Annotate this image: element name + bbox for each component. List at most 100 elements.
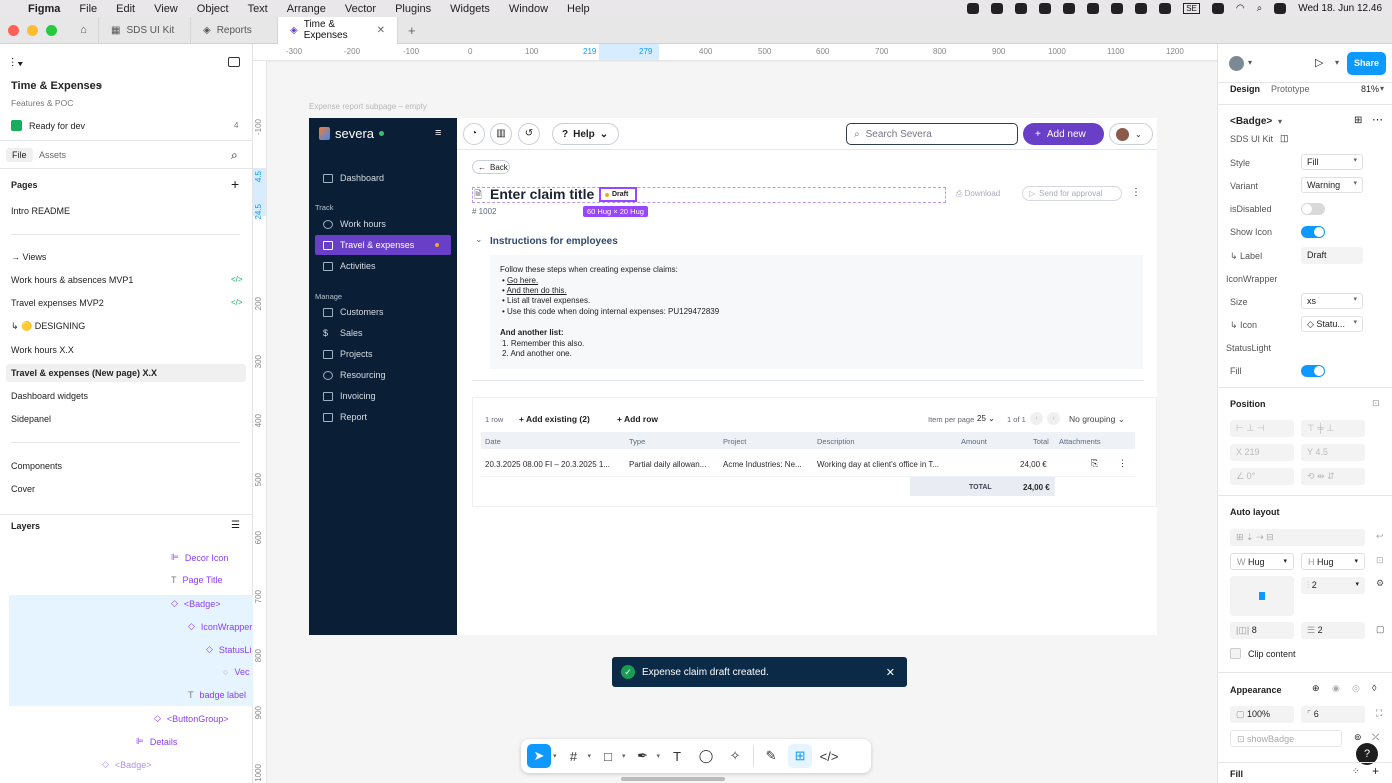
tab-reports[interactable]: ◈ Reports <box>191 16 278 44</box>
design-mode-icon[interactable]: ⊞ <box>788 744 813 768</box>
opacity-input[interactable]: ▢ 100% <box>1230 706 1294 723</box>
variable-binding-input[interactable]: ⊡ showBadge <box>1230 730 1342 747</box>
control-center-icon[interactable] <box>1274 3 1287 14</box>
menu-arrange[interactable]: Arrange <box>287 3 326 15</box>
page-item[interactable]: Intro README <box>11 206 70 216</box>
chevron-down-icon[interactable]: ▾ <box>553 752 557 760</box>
page-item[interactable]: Work hours X.X <box>11 345 74 355</box>
history-icon[interactable]: ↺ <box>518 123 540 145</box>
claim-title[interactable]: Enter claim title <box>490 186 594 202</box>
width-select[interactable]: W Hug ▾ <box>1230 553 1294 570</box>
flip-group[interactable]: ⟲ ⇹ ⇵ <box>1301 468 1365 485</box>
add-new-button[interactable]: + Add new <box>1023 123 1104 145</box>
icon-select[interactable]: ◇ Statu... ▾ <box>1301 316 1363 332</box>
nav-work-hours[interactable]: Work hours <box>315 214 451 234</box>
tray-icon[interactable] <box>1111 3 1124 14</box>
independent-corners-icon[interactable]: ⛶ <box>1376 708 1382 719</box>
move-tool-icon[interactable]: ➤ <box>527 744 551 768</box>
menu-edit[interactable]: Edit <box>116 3 135 15</box>
show-icon-toggle[interactable] <box>1301 226 1325 238</box>
more-options-icon[interactable]: ⋯ <box>1372 113 1383 126</box>
help-button[interactable]: ? Help ⌄ <box>552 123 619 145</box>
search-icon[interactable]: ⌕ <box>231 148 238 163</box>
col-total[interactable]: Total <box>1033 437 1049 446</box>
page-item-selected[interactable]: Travel & expenses (New page) X.X <box>11 368 157 378</box>
input-source-badge[interactable]: SE <box>1183 3 1200 14</box>
menu-object[interactable]: Object <box>197 3 229 15</box>
book-icon[interactable]: ◫ <box>1280 133 1289 144</box>
chevron-down-icon[interactable]: ▾ <box>98 82 102 91</box>
chevron-down-icon[interactable]: ▾ <box>588 752 592 760</box>
blend-mode-icon[interactable]: ◎ <box>1352 683 1360 694</box>
drop-icon[interactable]: ◊ <box>1372 683 1376 693</box>
nav-customers[interactable]: Customers <box>315 302 451 322</box>
page-item[interactable]: Components <box>11 461 62 471</box>
share-button[interactable]: Share <box>1347 52 1386 75</box>
menu-app[interactable]: Figma <box>28 3 60 15</box>
dev-mode-icon[interactable]: </> <box>817 744 841 768</box>
page-item[interactable]: Work hours & absences MVP1 <box>11 275 133 285</box>
gap-input[interactable]: ⫶ 2 ▾ <box>1301 577 1365 594</box>
ready-for-dev[interactable]: Ready for dev <box>29 121 85 131</box>
row-more-icon[interactable]: ⋮ <box>1118 458 1127 469</box>
more-options-icon[interactable]: ⋮ <box>1131 187 1141 198</box>
variant-select[interactable]: Warning ▾ <box>1301 177 1363 193</box>
instance-options-icon[interactable]: ⊞ <box>1354 115 1362 126</box>
rectangle-tool-icon[interactable]: □ <box>596 744 620 768</box>
layer-row-selected[interactable]: ◇ <Badge> <box>171 598 220 609</box>
battery-icon[interactable] <box>1211 3 1224 14</box>
align-horizontal-group[interactable]: ⊢ ⊥ ⊣ <box>1230 420 1294 437</box>
tab-file[interactable]: File <box>6 148 33 162</box>
height-select[interactable]: H Hug ▾ <box>1301 553 1365 570</box>
component-name[interactable]: <Badge> <box>1230 116 1272 127</box>
tray-icon[interactable] <box>1039 3 1052 14</box>
layer-row[interactable]: ◇ <ButtonGroup> <box>154 713 228 724</box>
layer-row[interactable]: Tbadge label <box>188 690 246 700</box>
nav-travel-expenses[interactable]: Travel & expenses <box>315 235 451 255</box>
menu-widgets[interactable]: Widgets <box>450 3 490 15</box>
comment-tool-icon[interactable]: ◯ <box>694 744 718 768</box>
col-project[interactable]: Project <box>723 437 746 446</box>
tab-design[interactable]: Design <box>1226 83 1264 95</box>
home-icon[interactable]: ⌂ <box>69 16 99 44</box>
grouping-select[interactable]: No grouping ⌄ <box>1069 414 1125 425</box>
chevron-down-icon[interactable]: ⌄ <box>475 234 483 245</box>
layer-row[interactable]: ◇ StatusLi <box>206 644 251 655</box>
spotlight-icon[interactable]: ⌕ <box>1257 3 1263 14</box>
alignment-grid[interactable] <box>1230 576 1294 616</box>
style-select[interactable]: Fill ▾ <box>1301 154 1363 170</box>
padding-vertical-input[interactable]: ☰ 2 <box>1301 622 1365 639</box>
stats-icon[interactable]: ▥ <box>490 123 512 145</box>
page-item[interactable]: Dashboard widgets <box>11 391 88 401</box>
nav-projects[interactable]: Projects <box>315 344 451 364</box>
severa-frame[interactable]: severa ≡ Dashboard Track Work hours Trav… <box>309 118 1157 635</box>
horizontal-scrollbar[interactable] <box>621 777 725 781</box>
download-button[interactable]: ⎙ Download <box>956 189 1000 199</box>
is-disabled-toggle[interactable] <box>1301 203 1325 215</box>
variable-mode-icon[interactable]: ⊕ <box>1312 683 1320 694</box>
tab-prototype[interactable]: Prototype <box>1271 84 1310 94</box>
page-item[interactable]: → Views <box>11 252 46 262</box>
layer-row[interactable]: ⊫ Decor Icon <box>171 552 228 563</box>
individual-padding-icon[interactable]: ▢ <box>1376 624 1385 635</box>
apply-variable-icon[interactable]: ⊚ <box>1354 732 1362 743</box>
layer-row[interactable]: ○ Vec <box>223 667 249 677</box>
layout-direction-group[interactable]: ⊞ ⇣ ⇢ ⊟ <box>1230 529 1365 546</box>
canvas[interactable]: Expense report subpage – empty severa ≡ … <box>267 61 1217 783</box>
wifi-icon[interactable]: ◠ <box>1236 3 1245 14</box>
layout-settings-icon[interactable]: ⚙ <box>1376 578 1384 589</box>
nav-report[interactable]: Report <box>315 407 451 427</box>
actions-tool-icon[interactable]: ✧ <box>723 744 747 768</box>
size-select[interactable]: xs ▾ <box>1301 293 1363 309</box>
x-input[interactable]: X 219 <box>1230 444 1294 461</box>
menu-plugins[interactable]: Plugins <box>395 3 431 15</box>
main-menu-button[interactable]: ⫶ ▾ <box>11 56 23 71</box>
col-type[interactable]: Type <box>629 437 645 446</box>
frame-label[interactable]: Expense report subpage – empty <box>309 102 427 111</box>
status-badge[interactable]: Draft <box>599 187 637 202</box>
menu-file[interactable]: File <box>79 3 97 15</box>
tray-icon[interactable] <box>1159 3 1172 14</box>
close-toast-icon[interactable]: ✕ <box>886 666 895 679</box>
wrap-icon[interactable]: ↩ <box>1376 531 1384 542</box>
tab-assets[interactable]: Assets <box>39 150 66 160</box>
